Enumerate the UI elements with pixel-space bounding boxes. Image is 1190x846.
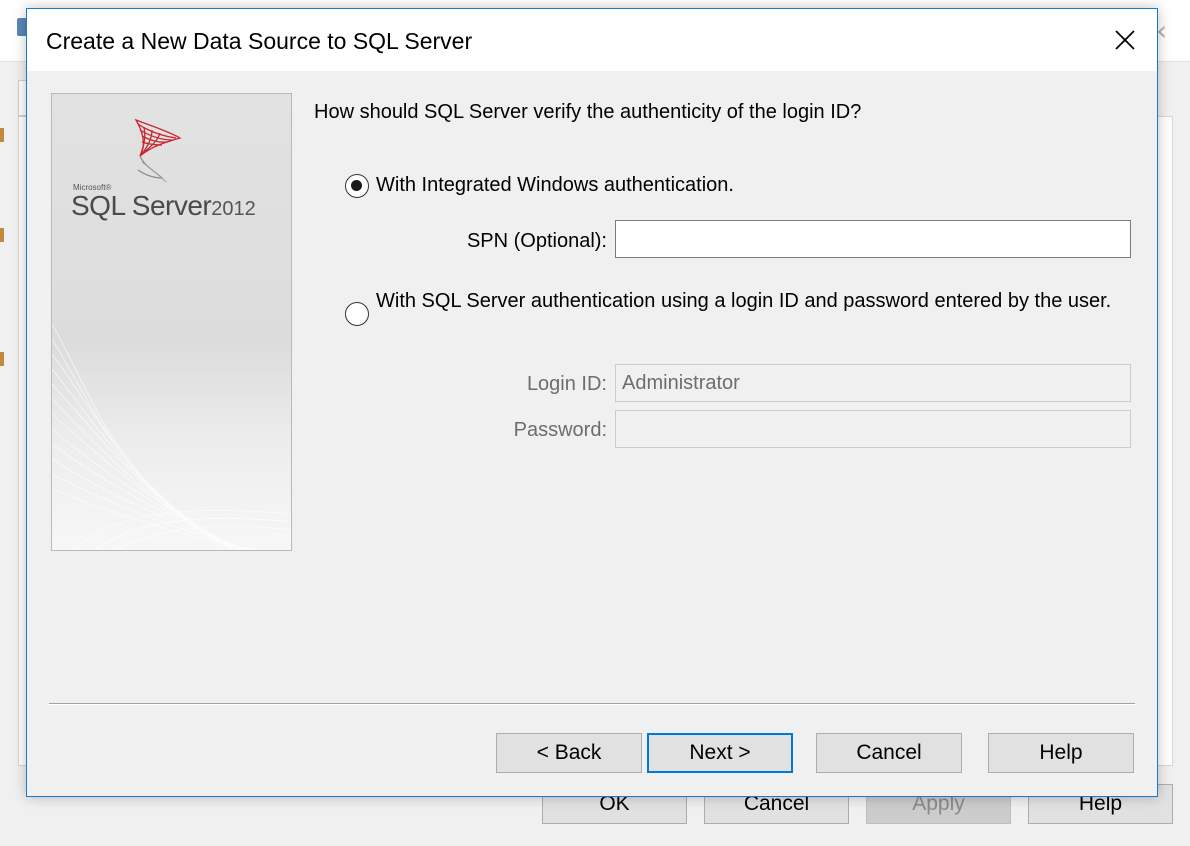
close-button[interactable] (1099, 17, 1151, 63)
password-input (615, 410, 1131, 448)
background-edge-mark (0, 352, 4, 366)
sql-server-logo-icon (134, 118, 182, 183)
sql-auth-label[interactable]: With SQL Server authentication using a l… (376, 288, 1136, 314)
create-data-source-dialog: Create a New Data Source to SQL Server M… (26, 8, 1158, 797)
windows-auth-radio[interactable] (345, 174, 369, 198)
login-id-input (615, 364, 1131, 402)
spn-label: SPN (Optional): (466, 230, 607, 252)
windows-auth-label[interactable]: With Integrated Windows authentication. (376, 172, 734, 198)
sql-server-banner: Microsoft® SQL Server2012 (51, 93, 292, 551)
product-name-text: SQL Server (71, 190, 212, 221)
cancel-button[interactable]: Cancel (816, 733, 962, 773)
help-button[interactable]: Help (988, 733, 1134, 773)
product-name: SQL Server2012 (71, 190, 256, 222)
spn-input[interactable] (615, 220, 1131, 258)
back-button[interactable]: < Back (496, 733, 642, 773)
background-edge-mark (0, 228, 4, 242)
password-label: Password: (513, 419, 607, 441)
background-edge-mark (0, 128, 4, 142)
close-icon (1115, 30, 1135, 50)
product-year: 2012 (211, 198, 256, 220)
dialog-titlebar[interactable]: Create a New Data Source to SQL Server (27, 9, 1157, 71)
dialog-title: Create a New Data Source to SQL Server (46, 28, 473, 54)
login-id-label: Login ID: (526, 373, 607, 395)
next-button[interactable]: Next > (647, 733, 793, 773)
radio-selected-dot (351, 180, 362, 191)
sql-auth-radio[interactable] (345, 302, 369, 326)
authentication-question: How should SQL Server verify the authent… (314, 101, 862, 123)
button-separator (49, 703, 1135, 705)
